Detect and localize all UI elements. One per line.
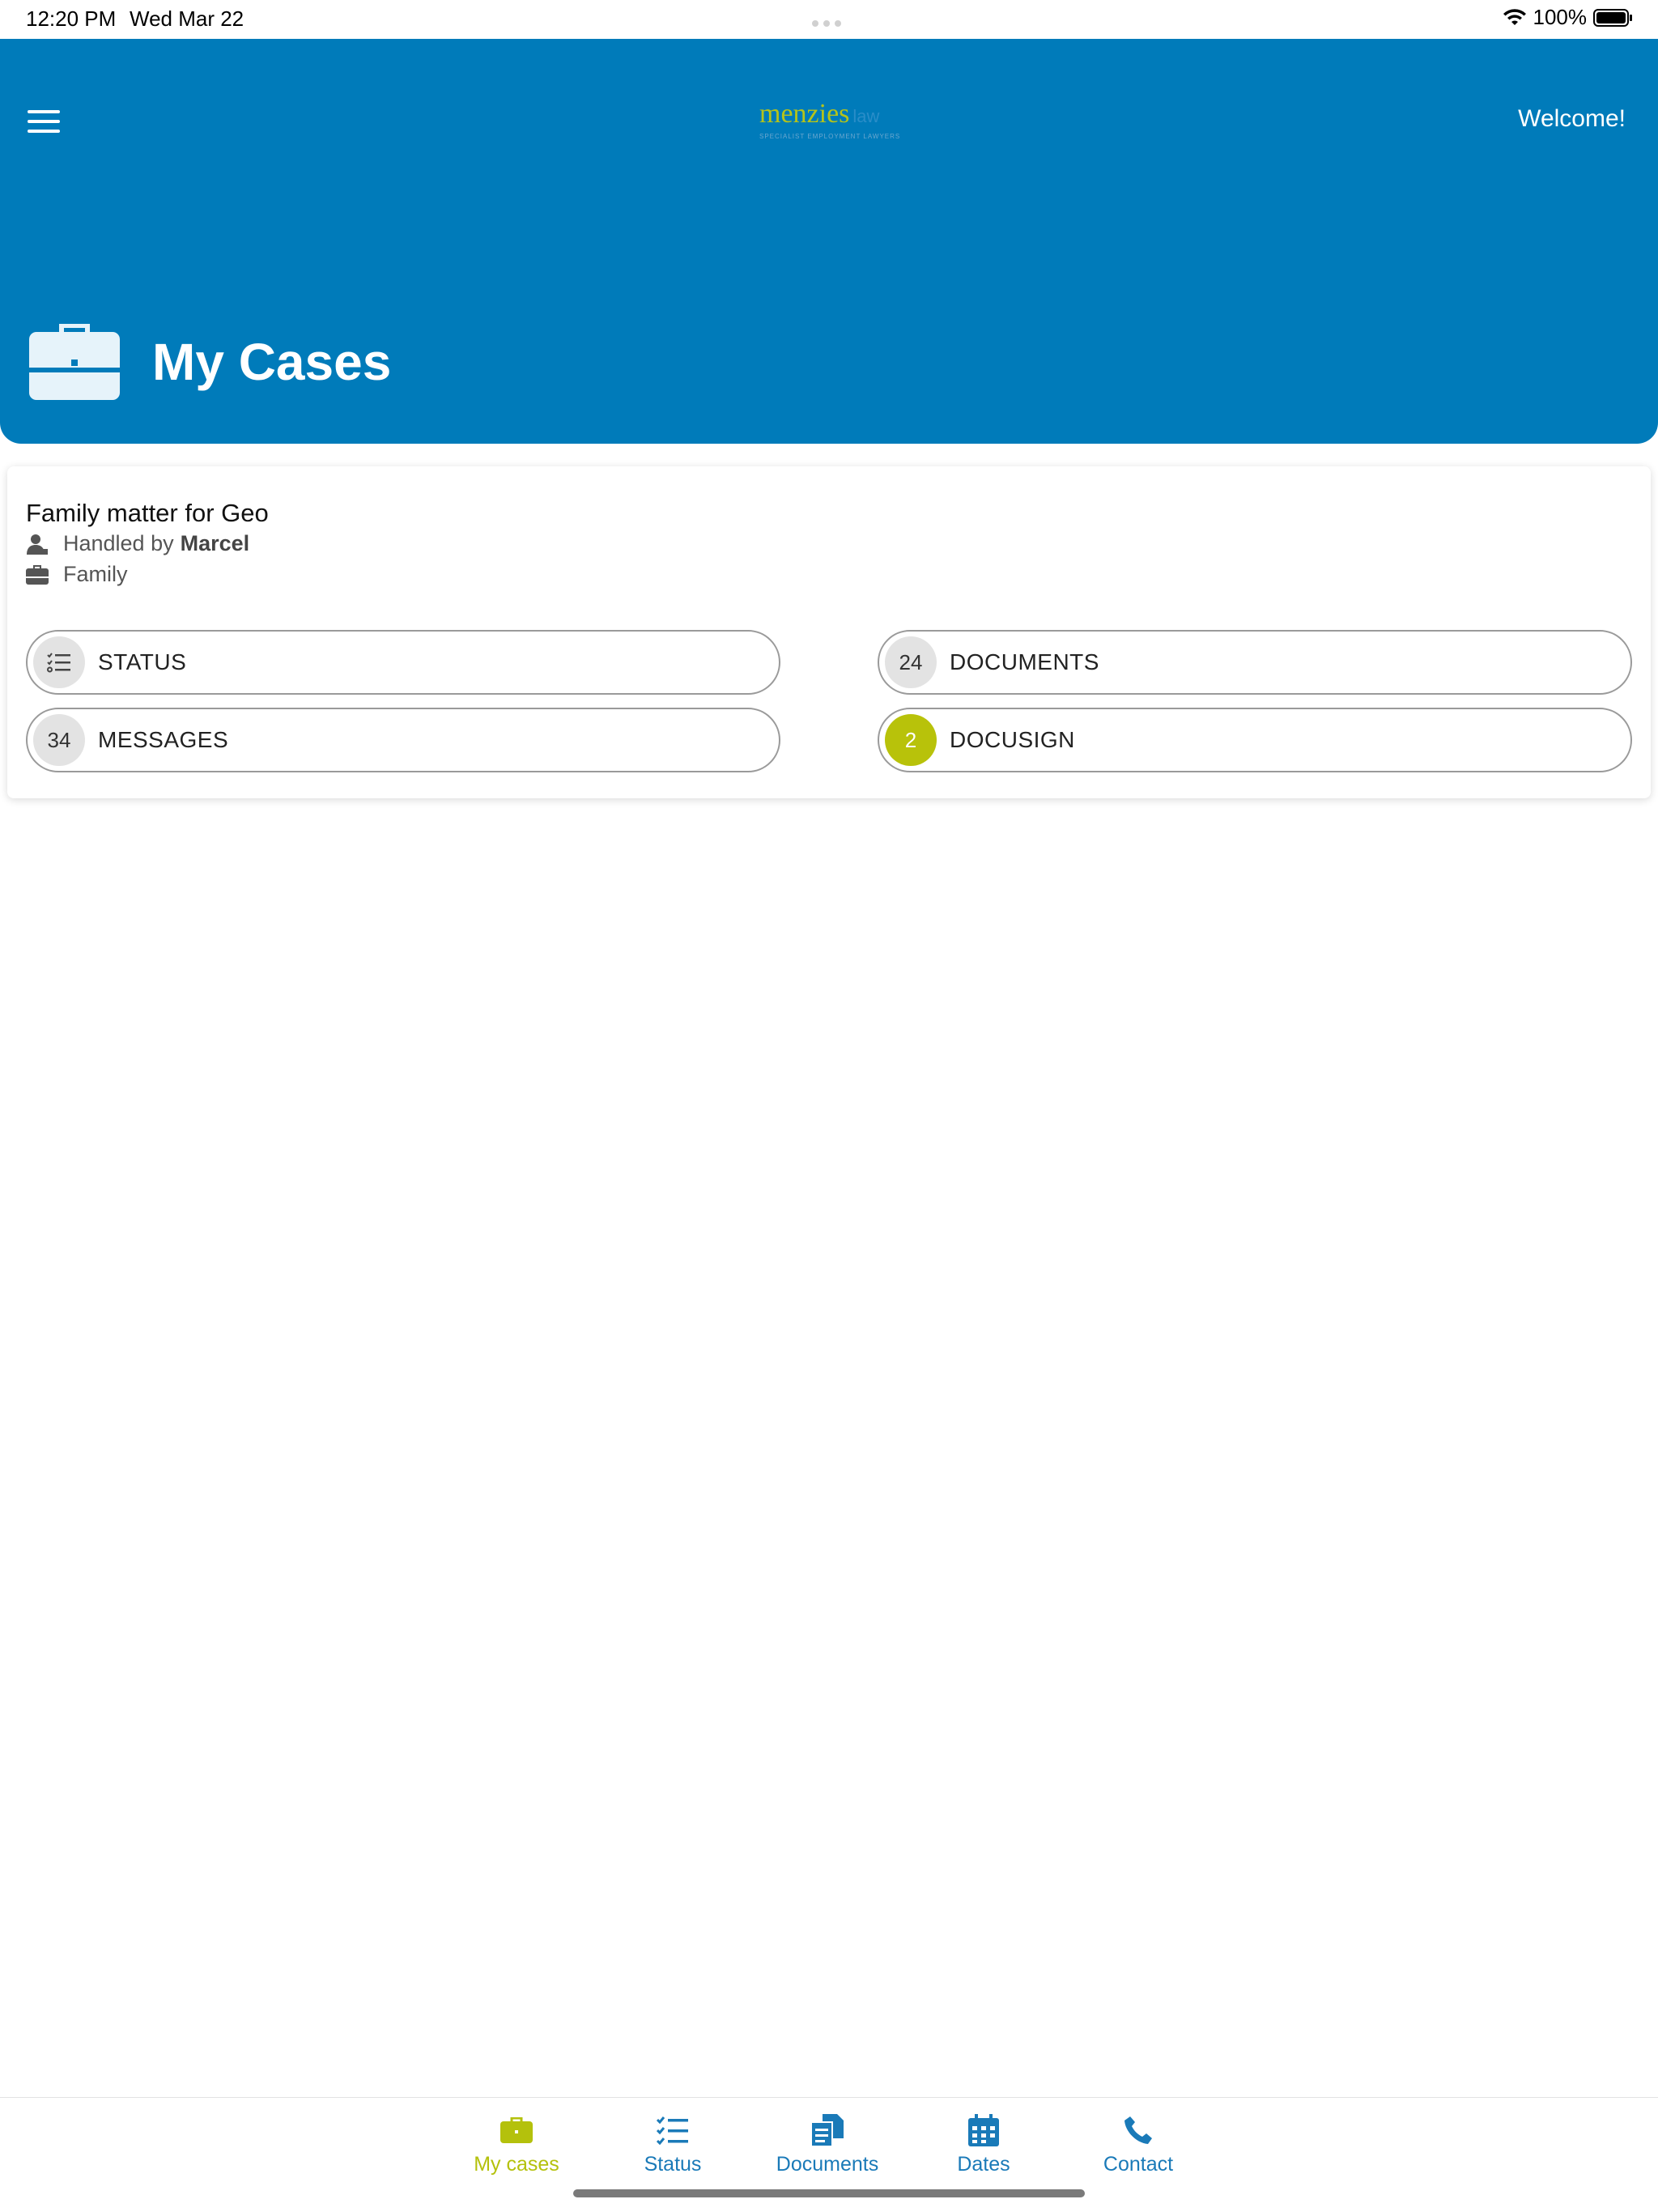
- status-bar: 12:20 PM Wed Mar 22 100%: [0, 0, 1658, 39]
- tab-status[interactable]: Status: [600, 2114, 746, 2176]
- messages-label: MESSAGES: [98, 727, 229, 752]
- docusign-label: DOCUSIGN: [950, 727, 1075, 752]
- battery-icon: [1593, 8, 1632, 27]
- tab-dates[interactable]: Dates: [911, 2114, 1056, 2176]
- messages-count-badge: 34: [33, 714, 85, 766]
- briefcase-icon: [499, 2114, 534, 2146]
- app-header: menzies law SPECIALIST EMPLOYMENT LAWYERS…: [0, 39, 1658, 444]
- case-title: Family matter for Geo: [26, 499, 269, 527]
- handler-name: Marcel: [180, 531, 250, 555]
- status-time: 12:20 PM: [26, 6, 117, 31]
- wifi-icon: [1503, 8, 1526, 25]
- case-card[interactable]: Family matter for Geo Handled by Marcel …: [7, 466, 1651, 798]
- docusign-button[interactable]: 2 DOCUSIGN: [878, 708, 1632, 772]
- practice-area-label: Family: [63, 562, 128, 586]
- status-button[interactable]: STATUS: [26, 630, 780, 695]
- menzies-logo: menzies law SPECIALIST EMPLOYMENT LAWYERS: [759, 99, 901, 140]
- status-date: Wed Mar 22: [130, 6, 244, 31]
- status-label: STATUS: [98, 649, 187, 674]
- case-handler: Handled by Marcel: [26, 531, 249, 556]
- documents-label: DOCUMENTS: [950, 649, 1099, 674]
- tab-documents[interactable]: Documents: [755, 2114, 900, 2176]
- lawyer-icon: [26, 533, 50, 555]
- multitasking-dots-icon[interactable]: [812, 16, 846, 27]
- hamburger-menu-icon[interactable]: [28, 110, 60, 136]
- tab-my-cases[interactable]: My cases: [444, 2114, 589, 2176]
- case-practice-area: Family: [26, 562, 128, 587]
- handled-by-label: Handled by: [63, 531, 174, 555]
- tab-contact[interactable]: Contact: [1065, 2114, 1211, 2176]
- page-title: My Cases: [152, 333, 392, 391]
- checklist-icon: [655, 2114, 691, 2146]
- home-indicator[interactable]: [573, 2189, 1085, 2197]
- documents-count-badge: 24: [885, 636, 937, 688]
- briefcase-icon: [29, 324, 120, 400]
- checklist-icon: [33, 636, 85, 688]
- messages-button[interactable]: 34 MESSAGES: [26, 708, 780, 772]
- documents-icon: [810, 2114, 845, 2146]
- documents-button[interactable]: 24 DOCUMENTS: [878, 630, 1632, 695]
- briefcase-icon: [26, 564, 50, 586]
- calendar-icon: [966, 2114, 1001, 2146]
- battery-percent: 100%: [1533, 5, 1588, 29]
- phone-icon: [1120, 2114, 1156, 2146]
- docusign-count-badge: 2: [885, 714, 937, 766]
- welcome-text: Welcome!: [1518, 105, 1626, 132]
